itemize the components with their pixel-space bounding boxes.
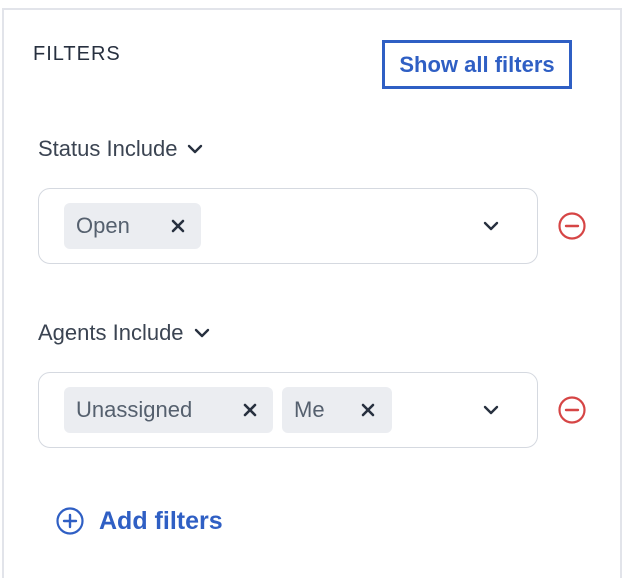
- status-include-text: Status Include: [38, 136, 178, 161]
- add-filters-button[interactable]: Add filters: [55, 503, 223, 539]
- remove-agents-filter-icon[interactable]: [557, 395, 587, 425]
- status-tag-open: Open: [64, 203, 201, 249]
- show-all-filters-button[interactable]: Show all filters: [382, 40, 572, 89]
- tag-label: Open: [76, 213, 130, 238]
- chevron-down-icon: [194, 328, 209, 338]
- agents-tag-me: Me: [282, 387, 392, 433]
- close-icon[interactable]: [242, 402, 258, 418]
- status-include-label[interactable]: Status Include: [38, 136, 203, 162]
- remove-status-filter-icon[interactable]: [557, 211, 587, 241]
- status-select[interactable]: Open: [38, 188, 538, 264]
- close-icon[interactable]: [170, 218, 186, 234]
- filters-heading: FILTERS: [33, 43, 121, 65]
- add-circle-icon: [56, 507, 84, 535]
- agents-include-text: Agents Include: [38, 320, 184, 345]
- tag-label: Me: [294, 397, 325, 422]
- agents-include-label[interactable]: Agents Include: [38, 320, 210, 346]
- tag-label: Unassigned: [76, 397, 193, 422]
- close-icon[interactable]: [360, 402, 376, 418]
- add-filters-label: Add filters: [99, 506, 223, 535]
- filters-panel: [2, 8, 622, 578]
- chevron-down-icon: [188, 144, 203, 154]
- agents-select[interactable]: Unassigned Me: [38, 372, 538, 448]
- chevron-down-icon[interactable]: [483, 405, 499, 415]
- chevron-down-icon[interactable]: [483, 221, 499, 231]
- agents-tag-unassigned: Unassigned: [64, 387, 273, 433]
